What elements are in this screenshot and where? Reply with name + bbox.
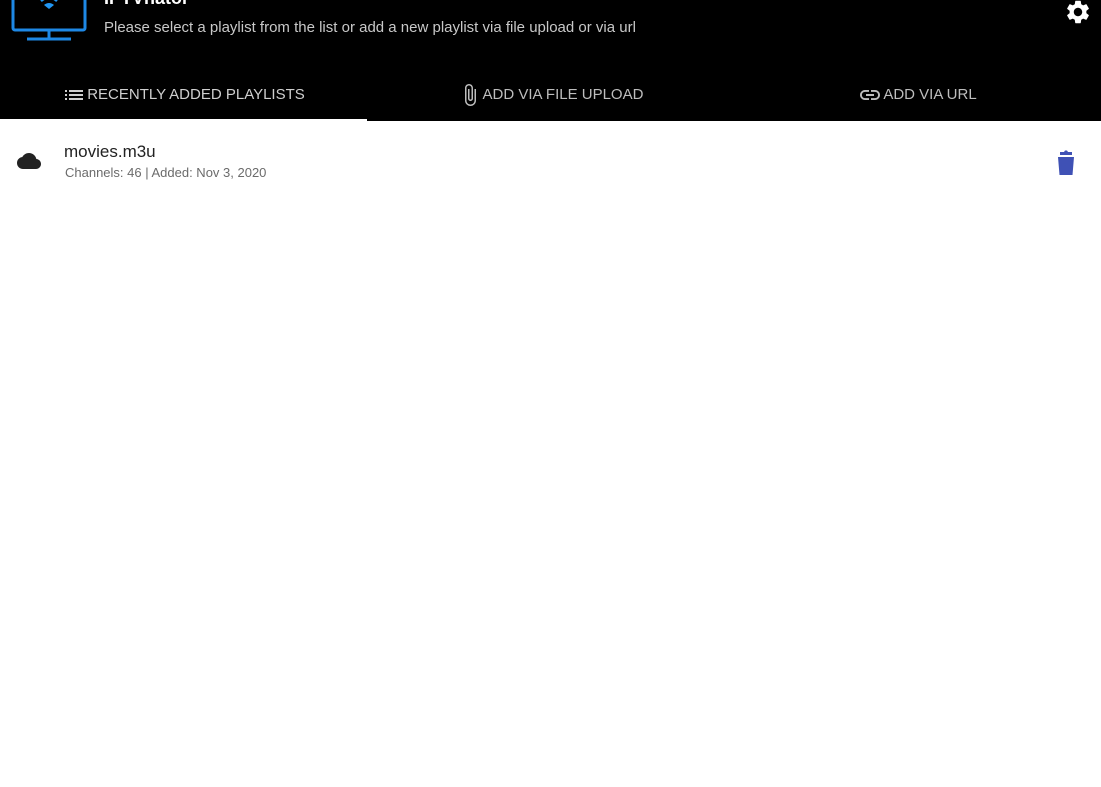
link-icon bbox=[860, 89, 881, 100]
app-title: IPTVnator bbox=[104, 0, 189, 8]
gear-icon[interactable] bbox=[1064, 0, 1092, 26]
app-subtitle: Please select a playlist from the list o… bbox=[104, 19, 636, 36]
trash-icon[interactable] bbox=[1054, 149, 1078, 177]
tab-recently-added-playlists[interactable]: RECENTLY ADDED PLAYLISTS bbox=[0, 68, 367, 121]
playlist-list: movies.m3u Channels: 46 | Added: Nov 3, … bbox=[0, 121, 1101, 203]
tv-wifi-icon bbox=[11, 0, 87, 41]
tab-add-via-url[interactable]: ADD VIA URL bbox=[734, 68, 1101, 121]
tab-bar: RECENTLY ADDED PLAYLISTS ADD VIA FILE UP… bbox=[0, 68, 1101, 121]
list-item[interactable]: movies.m3u Channels: 46 | Added: Nov 3, … bbox=[0, 121, 1101, 203]
tab-label: ADD VIA FILE UPLOAD bbox=[482, 86, 644, 103]
cloud-icon bbox=[17, 153, 41, 169]
playlist-meta: Channels: 46 | Added: Nov 3, 2020 bbox=[65, 165, 267, 180]
tab-add-via-file-upload[interactable]: ADD VIA FILE UPLOAD bbox=[367, 68, 734, 121]
list-icon bbox=[65, 89, 84, 100]
paperclip-icon bbox=[464, 83, 476, 106]
tab-label: ADD VIA URL bbox=[883, 86, 977, 103]
tab-label: RECENTLY ADDED PLAYLISTS bbox=[87, 86, 305, 103]
playlist-name: movies.m3u bbox=[64, 142, 156, 161]
app-header: IPTVnator Please select a playlist from … bbox=[0, 0, 1101, 121]
